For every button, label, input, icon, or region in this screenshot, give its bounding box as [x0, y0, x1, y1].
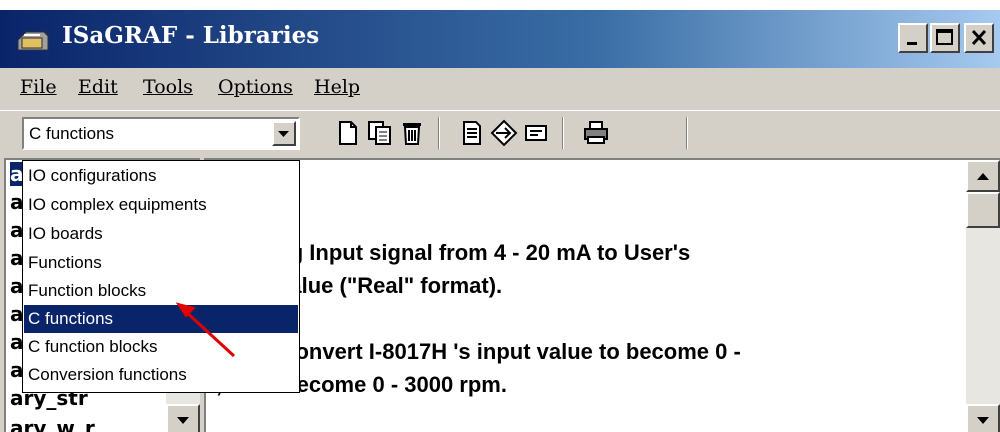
menu-help[interactable]: Help — [314, 76, 360, 98]
close-icon — [971, 29, 987, 46]
minimize-icon — [907, 42, 917, 45]
close-button[interactable] — [964, 23, 994, 53]
description-scrollbar[interactable] — [966, 160, 1000, 432]
library-type-combo[interactable]: C functions — [22, 117, 300, 150]
chevron-up-icon — [977, 173, 989, 180]
dropdown-option[interactable]: Functions — [24, 249, 298, 277]
dropdown-option[interactable]: IO boards — [24, 220, 298, 248]
description-text-panel[interactable]: to t Analog Input signal from 4 - 20 mA … — [204, 158, 1000, 432]
dropdown-option[interactable]: Function blocks — [24, 277, 298, 305]
dropdown-option[interactable]: IO complex equipments — [24, 191, 298, 219]
delete-icon[interactable] — [398, 119, 426, 147]
menu-options[interactable]: Options — [218, 76, 293, 98]
copy-icon[interactable] — [366, 119, 394, 147]
scroll-thumb[interactable] — [966, 192, 1000, 228]
menu-help-label: Help — [314, 76, 361, 98]
library-type-dropdown-list[interactable]: IO configurations IO complex equipments … — [22, 160, 300, 393]
menu-edit-label: Edit — [78, 76, 118, 98]
toolbar-separator — [562, 117, 564, 149]
menu-bar: File Edit Tools Options Help — [0, 68, 1000, 108]
new-document-icon[interactable] — [334, 119, 362, 147]
window-title: ISaGRAF - Libraries — [62, 22, 320, 49]
menu-tools-label: Tools — [143, 76, 193, 98]
menu-options-label: Options — [218, 76, 293, 98]
list-item[interactable]: ary_w_r — [10, 416, 95, 432]
toolbar-separator — [438, 117, 440, 149]
chevron-down-icon — [278, 131, 289, 137]
maximize-button[interactable] — [930, 23, 960, 53]
dropdown-option[interactable]: Conversion functions — [24, 361, 298, 389]
app-library-icon — [16, 26, 50, 52]
scroll-up-button[interactable] — [966, 160, 1000, 192]
library-type-value: C functions — [29, 124, 115, 143]
compile-icon[interactable] — [490, 119, 518, 147]
menu-file-label: File — [20, 76, 57, 98]
isagraf-libraries-window: ISaGRAF - Libraries File Edit Tools Opti… — [0, 10, 1000, 432]
toolbar: C functions — [0, 110, 1000, 157]
chevron-down-icon — [977, 417, 989, 424]
print-icon[interactable] — [582, 119, 610, 147]
scroll-down-button[interactable] — [966, 404, 1000, 432]
dropdown-option[interactable]: C function blocks — [24, 333, 298, 361]
toolbar-separator — [686, 117, 688, 149]
title-bar[interactable]: ISaGRAF - Libraries — [0, 10, 1000, 68]
menu-tools[interactable]: Tools — [143, 76, 193, 98]
window-icon[interactable] — [522, 119, 550, 147]
dropdown-option-selected[interactable]: C functions — [24, 305, 298, 333]
combo-dropdown-button[interactable] — [272, 121, 296, 146]
dropdown-option[interactable]: IO configurations — [24, 162, 298, 190]
left-scroll-down-button[interactable] — [166, 404, 200, 432]
minimize-button[interactable] — [898, 23, 928, 53]
chevron-down-icon — [177, 417, 189, 424]
menu-edit[interactable]: Edit — [78, 76, 118, 98]
menu-file[interactable]: File — [20, 76, 57, 98]
maximize-icon — [936, 29, 953, 45]
document-properties-icon[interactable] — [458, 119, 486, 147]
